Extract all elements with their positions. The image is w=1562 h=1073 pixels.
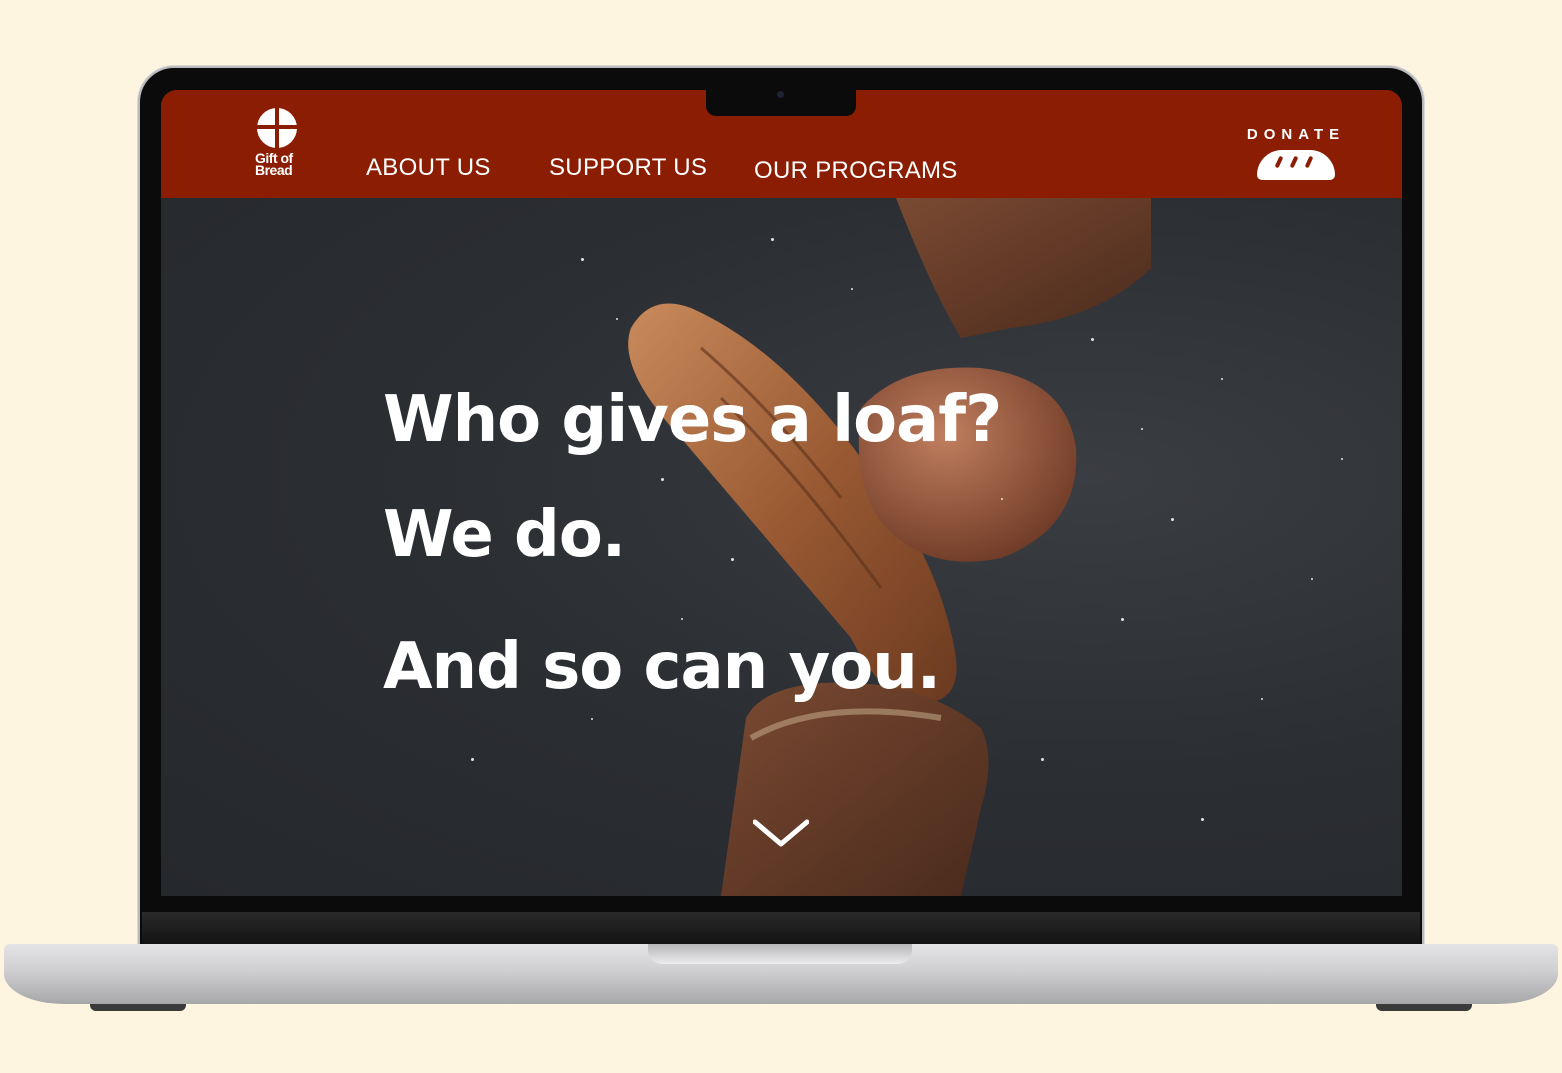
flour-particle	[681, 618, 683, 620]
nav-about-us[interactable]: ABOUT US	[366, 154, 491, 182]
logo-text-line2: Bread	[255, 162, 293, 178]
flour-particle	[1341, 458, 1343, 460]
flour-particle	[1201, 818, 1204, 821]
logo[interactable]: Gift of Bread	[253, 106, 303, 186]
flour-particle	[1001, 498, 1003, 500]
flour-particle	[591, 718, 593, 720]
camera-icon	[777, 91, 784, 98]
flour-particle	[1221, 378, 1223, 380]
flour-particle	[1121, 618, 1124, 621]
hero-headline-line3: And so can you.	[383, 630, 941, 704]
flour-particle	[471, 758, 474, 761]
hero-section: Who gives a loaf? We do. And so can you.	[161, 198, 1402, 896]
flour-particle	[731, 558, 734, 561]
flour-particle	[851, 288, 853, 290]
flour-particle	[1311, 578, 1313, 580]
laptop-bezel-bottom	[142, 912, 1420, 946]
flour-particle	[581, 258, 584, 261]
nav-support-us[interactable]: SUPPORT US	[549, 154, 707, 182]
flour-particle	[1261, 698, 1263, 700]
donate-label: DONATE	[1246, 126, 1346, 143]
bread-loaf-icon	[1257, 150, 1335, 180]
laptop-opening-lip	[648, 944, 912, 964]
hero-headline-line2: We do.	[383, 498, 626, 572]
donate-button[interactable]: DONATE	[1241, 126, 1351, 186]
flour-particle	[1091, 338, 1094, 341]
logo-text: Gift of Bread	[255, 151, 305, 178]
hero-headline-line1: Who gives a loaf?	[383, 383, 1002, 457]
bread-image	[628, 198, 1151, 896]
screen: Gift of Bread ABOUT US SUPPORT US OUR PR…	[161, 90, 1402, 896]
cross-logo-icon	[257, 108, 297, 148]
flour-particle	[616, 318, 618, 320]
laptop-foot	[90, 1004, 186, 1011]
nav-our-programs[interactable]: OUR PROGRAMS	[754, 157, 958, 185]
flour-particle	[661, 478, 664, 481]
flour-particle	[771, 238, 774, 241]
chevron-down-icon[interactable]	[753, 818, 809, 854]
flour-particle	[1141, 428, 1143, 430]
flour-particle	[1041, 758, 1044, 761]
flour-particle	[1171, 518, 1174, 521]
laptop-foot	[1376, 1004, 1472, 1011]
